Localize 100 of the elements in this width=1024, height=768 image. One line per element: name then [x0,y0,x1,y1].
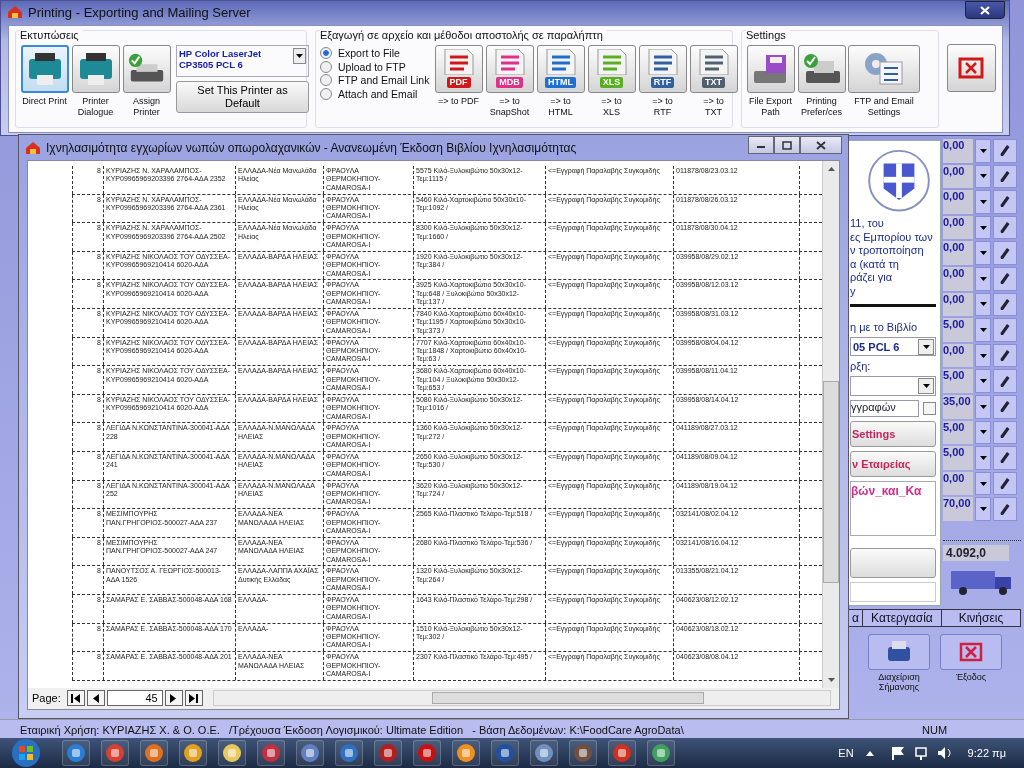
dropdown-button[interactable] [975,164,991,189]
page-number-field[interactable]: 45 [106,690,163,706]
last-page-button[interactable] [184,690,203,706]
text-field[interactable]: γγραφών [850,400,919,418]
edit-button[interactable] [993,446,1017,470]
previous-page-button[interactable] [86,690,105,706]
dropdown-button[interactable] [975,292,991,317]
checkbox[interactable] [923,402,936,416]
printer-dropdown[interactable]: HP Color LaserJet CP3505 PCL 6 [176,45,309,77]
export-button[interactable]: PDF [434,45,483,93]
settings-button[interactable]: Settings [850,421,936,448]
maximize-button[interactable] [774,136,800,154]
edit-button[interactable] [993,394,1017,419]
taskbar-button[interactable] [62,740,90,766]
taskbar-button[interactable] [296,740,324,766]
taskbar-button[interactable] [608,740,636,766]
status-text: Εταιρική Χρήση: ΚΥΡΙΑΖΗΣ Χ. & Ο. Ο.Ε. /Τρέχουσα Έκδοση Λογισμικού: Ultimate Edition - Βάση Δεδομένων: K:\FoodCare AgroData\ [19,723,684,736]
first-page-button[interactable] [66,690,85,706]
tray-icons[interactable] [863,745,954,761]
minimize-button[interactable] [748,136,774,154]
dropdown-button[interactable] [975,446,991,470]
dropdown-button[interactable] [975,420,991,445]
page-label: Page: [32,692,61,704]
vertical-scrollbar[interactable] [822,161,839,688]
radio-button[interactable] [320,87,332,100]
column-header: Κατεργασία [862,610,942,626]
dropdown-button[interactable] [975,471,991,496]
edit-button[interactable] [993,343,1017,368]
edit-button[interactable] [993,369,1017,393]
clock[interactable]: 9:22 πμ [967,747,1006,759]
taskbar-button[interactable] [647,740,675,766]
caret-icon [922,344,930,349]
edit-button[interactable] [993,420,1017,445]
edit-button[interactable] [993,241,1017,265]
taskbar-button[interactable] [140,740,168,766]
printer-check-icon [802,53,841,85]
settings-button[interactable] [797,45,846,93]
blank-button[interactable] [850,548,936,579]
export-button[interactable]: MDB [485,45,534,93]
taskbar-button[interactable] [374,740,402,766]
edit-button[interactable] [993,164,1017,189]
dropdown-button[interactable] [975,266,991,291]
window-title: Printing - Exporting and Mailing Server [28,4,251,20]
edit-button[interactable] [993,497,1017,521]
close-button[interactable] [965,1,1005,19]
edit-button[interactable] [993,139,1017,163]
printer-button[interactable] [20,45,69,93]
close-button[interactable] [800,136,842,154]
exit-button[interactable] [940,634,1002,670]
edit-button[interactable] [993,292,1017,317]
next-page-button[interactable] [164,690,183,706]
edit-button[interactable] [993,471,1017,496]
edit-button[interactable] [993,190,1017,214]
taskbar-button[interactable] [335,740,363,766]
taskbar-button[interactable] [413,740,441,766]
taskbar-button[interactable] [491,740,519,766]
pencil-icon [1000,246,1010,260]
amount-cell: 0,00 [943,215,973,240]
radio-button[interactable] [320,74,332,86]
dropdown-button[interactable] [975,139,991,163]
dropdown-button[interactable] [975,318,991,342]
radio-button[interactable] [320,60,332,73]
taskbar-button[interactable] [569,740,597,766]
dropdown-button[interactable] [975,369,991,393]
taskbar-button[interactable] [530,740,558,766]
taskbar-button[interactable] [452,740,480,766]
taskbar-button[interactable] [257,740,285,766]
edit-button[interactable] [993,215,1017,240]
taskbar-button[interactable] [101,740,129,766]
amount-cell: 5,00 [943,369,973,393]
dropdown-button[interactable] [975,190,991,214]
dropdown-button[interactable] [975,215,991,240]
edit-button[interactable] [993,266,1017,291]
dropdown-button[interactable] [975,497,991,521]
set-default-button[interactable]: Set This Printer as Default [176,81,309,113]
printer-button[interactable] [71,45,120,93]
total-cell: 4.092,0 [943,544,1009,561]
printer-button[interactable] [122,45,171,93]
app-icon [456,743,476,763]
language-indicator[interactable]: EN [838,747,854,759]
pencil-icon [1000,349,1010,363]
horizontal-scrollbar[interactable] [212,690,831,706]
radio-label: FTP and Email Link [338,74,430,86]
edit-button[interactable] [993,318,1017,342]
taskbar-button[interactable] [218,740,246,766]
dropdown-field[interactable] [850,376,936,397]
taskbar-button[interactable] [179,740,207,766]
printer-dropdown[interactable]: 05 PCL 6 [850,336,936,357]
app-icon [300,743,320,763]
export-button[interactable]: HTML [536,45,585,93]
export-button[interactable]: RTF [638,45,687,93]
dropdown-button[interactable] [975,343,991,368]
app-icon [612,743,632,763]
radio-button[interactable] [320,47,332,59]
settings-button[interactable] [746,45,795,93]
export-button[interactable]: TXT [689,45,738,93]
dropdown-button[interactable] [975,394,991,419]
dropdown-button[interactable] [975,241,991,265]
settings-button[interactable]: ν Εταιρείας [850,451,936,477]
settings-button[interactable] [848,45,920,93]
